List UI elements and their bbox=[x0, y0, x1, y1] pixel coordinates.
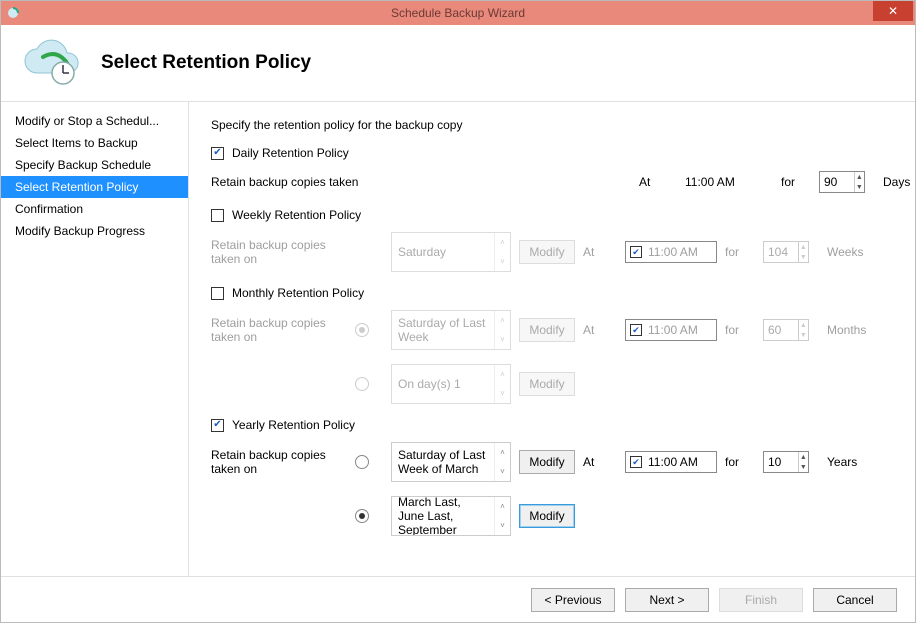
for-label: for bbox=[725, 323, 755, 337]
yearly-retain-label: Retain backup copies taken on bbox=[211, 448, 347, 476]
yearly-unit: Years bbox=[827, 455, 879, 469]
body: Modify or Stop a Schedul... Select Items… bbox=[1, 101, 915, 576]
updown-icon: ˄˅ bbox=[494, 311, 510, 349]
titlebar: Schedule Backup Wizard ✕ bbox=[1, 1, 915, 25]
yearly-row1: Retain backup copies taken on Saturday o… bbox=[211, 442, 895, 482]
close-icon: ✕ bbox=[888, 4, 898, 18]
updown-icon[interactable]: ˄˅ bbox=[494, 443, 510, 481]
yearly-row2: March Last, June Last, September ˄˅ Modi… bbox=[211, 496, 895, 536]
close-button[interactable]: ✕ bbox=[873, 1, 913, 21]
monthly-modify1-button: Modify bbox=[519, 318, 575, 342]
spinner-arrows-icon[interactable]: ▲▼ bbox=[854, 172, 864, 192]
cancel-button[interactable]: Cancel bbox=[813, 588, 897, 612]
wizard-footer: < Previous Next > Finish Cancel bbox=[1, 576, 915, 622]
daily-policy-check[interactable]: Daily Retention Policy bbox=[211, 146, 895, 160]
checkbox-icon bbox=[211, 209, 224, 222]
yearly-time[interactable]: 11:00 AM bbox=[625, 451, 717, 473]
checkbox-icon bbox=[211, 147, 224, 160]
at-label: At bbox=[583, 323, 617, 337]
sidebar-item-specify-schedule[interactable]: Specify Backup Schedule bbox=[1, 154, 188, 176]
yearly-option1-radio[interactable] bbox=[355, 455, 369, 469]
monthly-option2-radio bbox=[355, 377, 369, 391]
monthly-row2: On day(s) 1 ˄˅ Modify bbox=[211, 364, 895, 404]
monthly-option1-select: Saturday of Last Week ˄˅ bbox=[391, 310, 511, 350]
monthly-time: 11:00 AM bbox=[625, 319, 717, 341]
weekly-modify-button: Modify bbox=[519, 240, 575, 264]
weekly-time: 11:00 AM bbox=[625, 241, 717, 263]
monthly-months-spinner: ▲▼ bbox=[763, 319, 809, 341]
spinner-arrows-icon: ▲▼ bbox=[798, 320, 808, 340]
monthly-option1-radio bbox=[355, 323, 369, 337]
monthly-option2-select: On day(s) 1 ˄˅ bbox=[391, 364, 511, 404]
yearly-modify1-button[interactable]: Modify bbox=[519, 450, 575, 474]
next-button[interactable]: Next > bbox=[625, 588, 709, 612]
app-icon bbox=[7, 5, 23, 21]
finish-button: Finish bbox=[719, 588, 803, 612]
sidebar-item-confirmation[interactable]: Confirmation bbox=[1, 198, 188, 220]
daily-retain-label: Retain backup copies taken bbox=[211, 175, 631, 189]
page-title: Select Retention Policy bbox=[101, 52, 311, 74]
time-check-icon bbox=[630, 324, 642, 336]
daily-unit: Days bbox=[883, 175, 915, 189]
weekly-retain-label: Retain backup copies taken on bbox=[211, 238, 347, 266]
updown-icon[interactable]: ˄˅ bbox=[494, 497, 510, 535]
weekly-weeks-input bbox=[764, 242, 798, 262]
weekly-day-select: Saturday ˄˅ bbox=[391, 232, 511, 272]
previous-button[interactable]: < Previous bbox=[531, 588, 615, 612]
weekly-policy-label: Weekly Retention Policy bbox=[232, 208, 361, 222]
time-check-icon bbox=[630, 456, 642, 468]
cloud-backup-icon bbox=[19, 39, 83, 87]
time-check-icon bbox=[630, 246, 642, 258]
monthly-policy-check[interactable]: Monthly Retention Policy bbox=[211, 286, 895, 300]
yearly-years-spinner[interactable]: ▲▼ bbox=[763, 451, 809, 473]
monthly-policy-label: Monthly Retention Policy bbox=[232, 286, 364, 300]
wizard-steps-sidebar: Modify or Stop a Schedul... Select Items… bbox=[1, 102, 189, 576]
header: Select Retention Policy bbox=[1, 25, 915, 101]
spinner-arrows-icon: ▲▼ bbox=[798, 242, 808, 262]
sidebar-item-select-items[interactable]: Select Items to Backup bbox=[1, 132, 188, 154]
checkbox-icon bbox=[211, 419, 224, 432]
yearly-option2-radio[interactable] bbox=[355, 509, 369, 523]
yearly-years-input[interactable] bbox=[764, 452, 798, 472]
intro-text: Specify the retention policy for the bac… bbox=[211, 118, 895, 132]
monthly-months-input bbox=[764, 320, 798, 340]
yearly-policy-label: Yearly Retention Policy bbox=[232, 418, 355, 432]
yearly-modify2-button[interactable]: Modify bbox=[519, 504, 575, 528]
for-label: for bbox=[725, 455, 755, 469]
monthly-retain-label: Retain backup copies taken on bbox=[211, 316, 347, 344]
monthly-unit: Months bbox=[827, 323, 879, 337]
daily-row: Retain backup copies taken At 11:00 AM f… bbox=[211, 170, 895, 194]
sidebar-item-retention-policy[interactable]: Select Retention Policy bbox=[1, 176, 188, 198]
yearly-option2-select[interactable]: March Last, June Last, September ˄˅ bbox=[391, 496, 511, 536]
checkbox-icon bbox=[211, 287, 224, 300]
sidebar-item-modify-progress[interactable]: Modify Backup Progress bbox=[1, 220, 188, 242]
weekly-unit: Weeks bbox=[827, 245, 879, 259]
at-label: At bbox=[583, 455, 617, 469]
main-panel: Specify the retention policy for the bac… bbox=[189, 102, 915, 576]
at-label: At bbox=[639, 175, 673, 189]
yearly-policy-check[interactable]: Yearly Retention Policy bbox=[211, 418, 895, 432]
daily-days-input[interactable] bbox=[820, 172, 854, 192]
daily-days-spinner[interactable]: ▲▼ bbox=[819, 171, 865, 193]
sidebar-item-modify-stop[interactable]: Modify or Stop a Schedul... bbox=[1, 110, 188, 132]
yearly-option1-select[interactable]: Saturday of Last Week of March ˄˅ bbox=[391, 442, 511, 482]
wizard-window: Schedule Backup Wizard ✕ Select Retentio… bbox=[0, 0, 916, 623]
spinner-arrows-icon[interactable]: ▲▼ bbox=[798, 452, 808, 472]
weekly-weeks-spinner: ▲▼ bbox=[763, 241, 809, 263]
weekly-policy-check[interactable]: Weekly Retention Policy bbox=[211, 208, 895, 222]
for-label: for bbox=[781, 175, 811, 189]
updown-icon: ˄˅ bbox=[494, 233, 510, 271]
updown-icon: ˄˅ bbox=[494, 365, 510, 403]
window-title: Schedule Backup Wizard bbox=[391, 6, 525, 20]
for-label: for bbox=[725, 245, 755, 259]
daily-policy-label: Daily Retention Policy bbox=[232, 146, 349, 160]
at-label: At bbox=[583, 245, 617, 259]
monthly-modify2-button: Modify bbox=[519, 372, 575, 396]
daily-time: 11:00 AM bbox=[681, 171, 773, 193]
weekly-row: Retain backup copies taken on Saturday ˄… bbox=[211, 232, 895, 272]
monthly-row1: Retain backup copies taken on Saturday o… bbox=[211, 310, 895, 350]
